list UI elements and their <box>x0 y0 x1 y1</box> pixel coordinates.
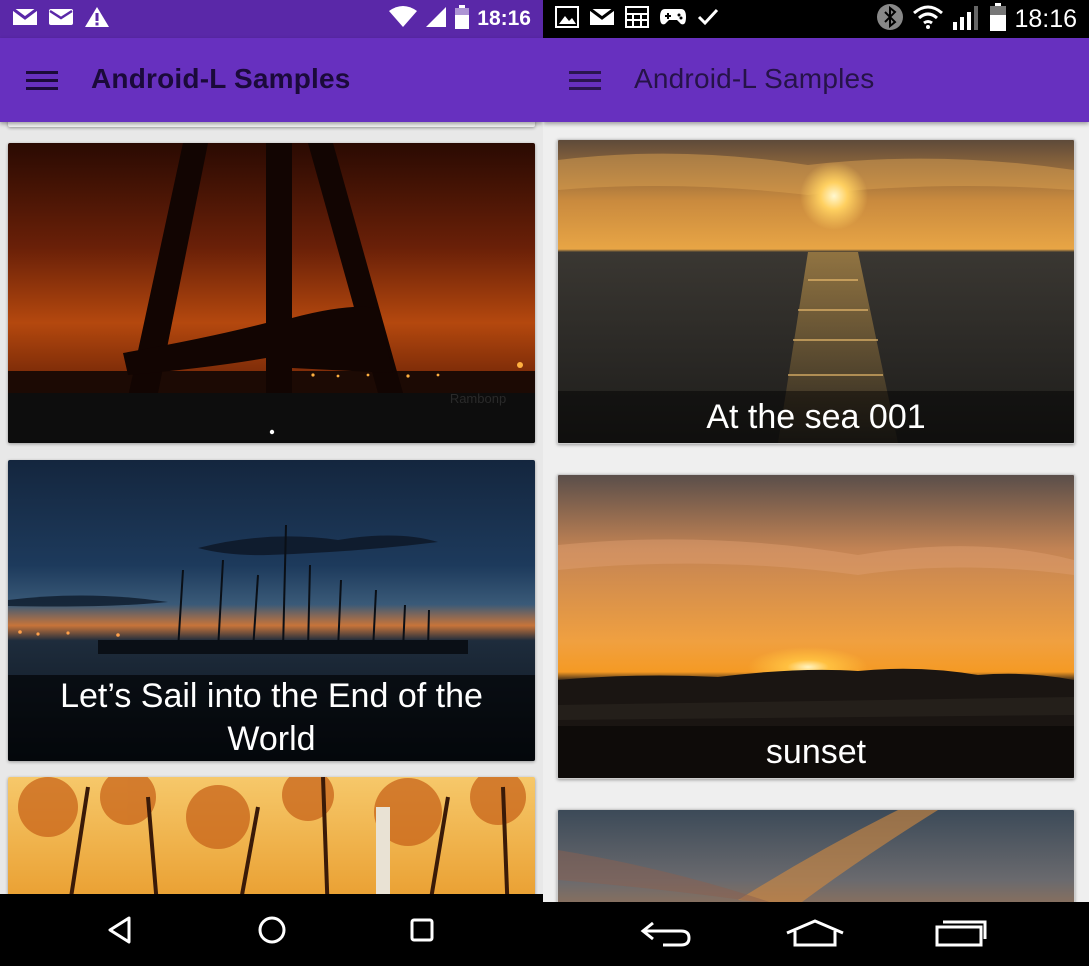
gamepad-icon <box>659 7 687 32</box>
photo-card[interactable]: sunset <box>557 474 1075 779</box>
app-title: Android-L Samples <box>634 63 875 94</box>
app-title: Android-L Samples <box>91 63 351 94</box>
checkmark-icon <box>697 7 719 32</box>
card-caption-text: sunset <box>765 732 867 771</box>
recents-icon <box>935 920 987 947</box>
right-phone-screen: 18:16 Android-L Samples At the sea 001 s… <box>543 0 1089 966</box>
recents-button[interactable] <box>382 894 462 966</box>
email-icon <box>48 7 74 32</box>
left-phone-screen: 18:16 Android-L Samples Rambonp Let’s Sa… <box>0 0 543 966</box>
navigation-bar <box>543 902 1089 966</box>
battery-icon <box>455 4 470 34</box>
gmail-icon <box>12 7 38 32</box>
home-button[interactable] <box>232 894 312 966</box>
wifi-icon <box>912 5 944 34</box>
signal-icon <box>952 4 982 35</box>
calendar-grid-icon <box>625 5 649 33</box>
sunset-silhouette-photo: Rambonp <box>8 143 535 443</box>
recents-icon <box>410 918 434 942</box>
photo-card[interactable]: At the sea 001 <box>557 139 1075 444</box>
recents-button[interactable] <box>921 902 1001 966</box>
home-icon <box>786 919 844 947</box>
back-button[interactable] <box>80 894 160 966</box>
app-toolbar: Android-L Samples <box>543 38 1089 122</box>
photo-card[interactable]: Let’s Sail into the End of the World <box>8 460 535 761</box>
card-caption: Let’s Sail into the End of the World <box>8 675 535 761</box>
clock: 18:16 <box>477 7 531 30</box>
card-caption: sunset <box>558 726 1074 778</box>
clock: 18:16 <box>1014 4 1077 33</box>
hamburger-menu-icon[interactable] <box>569 68 601 92</box>
home-button[interactable] <box>775 902 855 966</box>
back-icon <box>640 921 691 947</box>
hamburger-menu-icon[interactable] <box>26 68 58 92</box>
card-caption-text: At the sea 001 <box>706 397 926 436</box>
back-button[interactable] <box>627 902 707 966</box>
gmail-icon <box>589 7 615 32</box>
status-bar: 18:16 <box>543 0 1089 38</box>
card-caption-text: Let’s Sail into the End of the World <box>60 677 483 758</box>
back-icon <box>108 916 131 944</box>
status-bar: 18:16 <box>0 0 543 38</box>
card-caption: At the sea 001 <box>558 391 1074 443</box>
warning-icon <box>84 6 110 33</box>
bluetooth-icon <box>876 3 904 36</box>
home-icon <box>258 916 286 944</box>
wifi-icon <box>389 5 418 33</box>
signal-icon <box>425 6 447 33</box>
app-toolbar: Android-L Samples <box>0 38 543 122</box>
battery-icon <box>990 2 1007 36</box>
image-icon <box>555 5 579 33</box>
watermark: Rambonp <box>450 391 506 406</box>
navigation-bar <box>0 894 543 966</box>
photo-card[interactable]: Rambonp <box>8 143 535 443</box>
